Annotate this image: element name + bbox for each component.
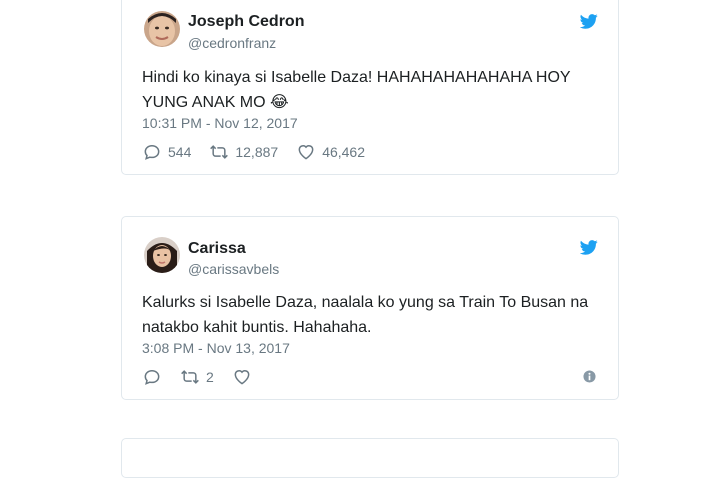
tweet-text: Kalurks si Isabelle Daza, naalala ko yun… <box>142 290 596 340</box>
heart-icon <box>234 370 250 385</box>
author-name[interactable]: Joseph Cedron <box>188 13 304 31</box>
retweet-icon <box>181 370 199 384</box>
retweet-button[interactable]: 12,887 <box>209 142 278 162</box>
avatar[interactable] <box>144 11 180 47</box>
tweet-text-line: YUNG ANAK MO 😂 <box>142 90 596 115</box>
tweet-actions: 2 <box>142 367 270 387</box>
tweet-text-line: Kalurks si Isabelle Daza, naalala ko yun… <box>142 294 589 311</box>
tweet-text: Hindi ko kinaya si Isabelle Daza! HAHAHA… <box>142 65 596 115</box>
avatar[interactable] <box>144 237 180 273</box>
twitter-bird-icon[interactable] <box>580 14 598 29</box>
like-count: 46,462 <box>322 144 366 160</box>
reply-icon <box>144 369 160 385</box>
reply-icon <box>144 144 160 160</box>
retweet-count: 2 <box>206 369 214 385</box>
heart-icon <box>298 145 314 160</box>
timestamp[interactable]: 10:31 PM - Nov 12, 2017 <box>142 115 298 131</box>
author-name[interactable]: Carissa <box>188 240 246 258</box>
reply-button[interactable] <box>142 367 162 387</box>
like-button[interactable]: 46,462 <box>296 142 365 162</box>
retweet-count: 12,887 <box>235 144 279 160</box>
retweet-button[interactable]: 2 <box>180 367 214 387</box>
like-button[interactable] <box>232 367 252 387</box>
retweet-icon <box>210 145 229 159</box>
info-icon[interactable] <box>583 370 596 383</box>
author-handle[interactable]: @cedronfranz <box>188 35 276 51</box>
tweet-actions: 544 12,887 46,462 <box>142 142 383 162</box>
twitter-bird-icon[interactable] <box>580 240 598 255</box>
tweet-card[interactable]: Joseph Cedron @cedronfranz Hindi ko kina… <box>121 0 619 175</box>
reply-button[interactable]: 544 <box>142 142 191 162</box>
tweet-text-line: natakbo kahit buntis. Hahahaha. <box>142 319 372 336</box>
reply-count: 544 <box>168 144 192 160</box>
emoji-tears-of-joy: 😂 <box>270 94 289 111</box>
tweet-text-line-2: YUNG ANAK MO <box>142 94 266 111</box>
tweet-card[interactable] <box>121 438 619 478</box>
tweet-card[interactable]: Carissa @carissavbels Kalurks si Isabell… <box>121 216 619 400</box>
timestamp[interactable]: 3:08 PM - Nov 13, 2017 <box>142 340 290 356</box>
author-handle[interactable]: @carissavbels <box>188 261 279 277</box>
tweet-text-line: Hindi ko kinaya si Isabelle Daza! HAHAHA… <box>142 69 571 86</box>
